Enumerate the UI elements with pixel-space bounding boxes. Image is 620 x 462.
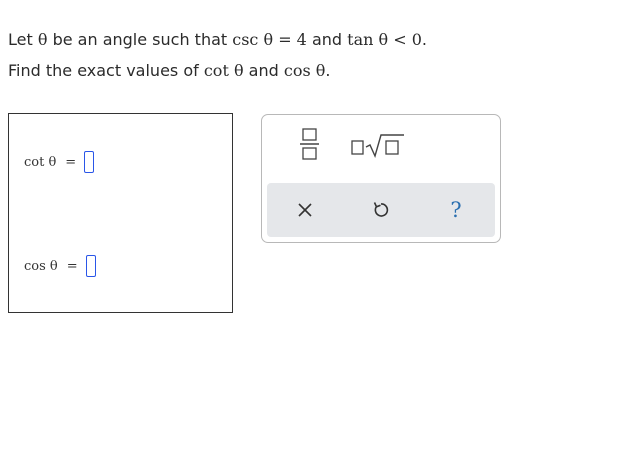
answer-label-cos: cos θ: [24, 258, 58, 274]
sqrt-icon: [351, 134, 404, 159]
answer-label-cot: cot θ: [24, 154, 57, 170]
cot-answer-input[interactable]: [84, 151, 95, 173]
undo-icon: [373, 202, 389, 217]
problem-text: and: [243, 61, 284, 80]
problem-statement-line-2: Find the exact values of cot θ and cos θ…: [8, 61, 331, 80]
problem-math: cot θ: [203, 61, 244, 80]
clear-button[interactable]: [291, 196, 319, 224]
close-icon: [298, 203, 312, 217]
math-palette: ?: [261, 114, 501, 243]
sqrt-button[interactable]: [350, 133, 406, 159]
help-icon: ?: [450, 198, 462, 222]
problem-math: tan θ < 0: [347, 30, 422, 49]
answer-box: cot θ = cos θ =: [8, 113, 233, 313]
answer-row-cot: cot θ =: [24, 151, 95, 173]
problem-math: csc θ = 4: [232, 30, 307, 49]
problem-text: .: [421, 30, 427, 49]
fraction-button[interactable]: [298, 127, 322, 161]
problem-text: Find the exact values of: [8, 61, 204, 80]
cos-answer-input[interactable]: [85, 255, 96, 277]
answer-row-cos: cos θ =: [24, 255, 96, 277]
fraction-icon: [300, 128, 319, 160]
problem-text: be an angle such that: [47, 30, 233, 49]
problem-text: and: [306, 30, 348, 49]
undo-button[interactable]: [367, 196, 395, 224]
equals-sign: =: [66, 258, 78, 274]
problem-statement-line-1: Let θ be an angle such that csc θ = 4 an…: [8, 30, 427, 49]
palette-action-bar: ?: [267, 183, 495, 237]
problem-text: Let: [8, 30, 38, 49]
help-button[interactable]: ?: [442, 196, 470, 224]
equals-sign: =: [65, 154, 77, 170]
problem-math: cos θ: [283, 61, 326, 80]
problem-text: .: [325, 61, 331, 80]
